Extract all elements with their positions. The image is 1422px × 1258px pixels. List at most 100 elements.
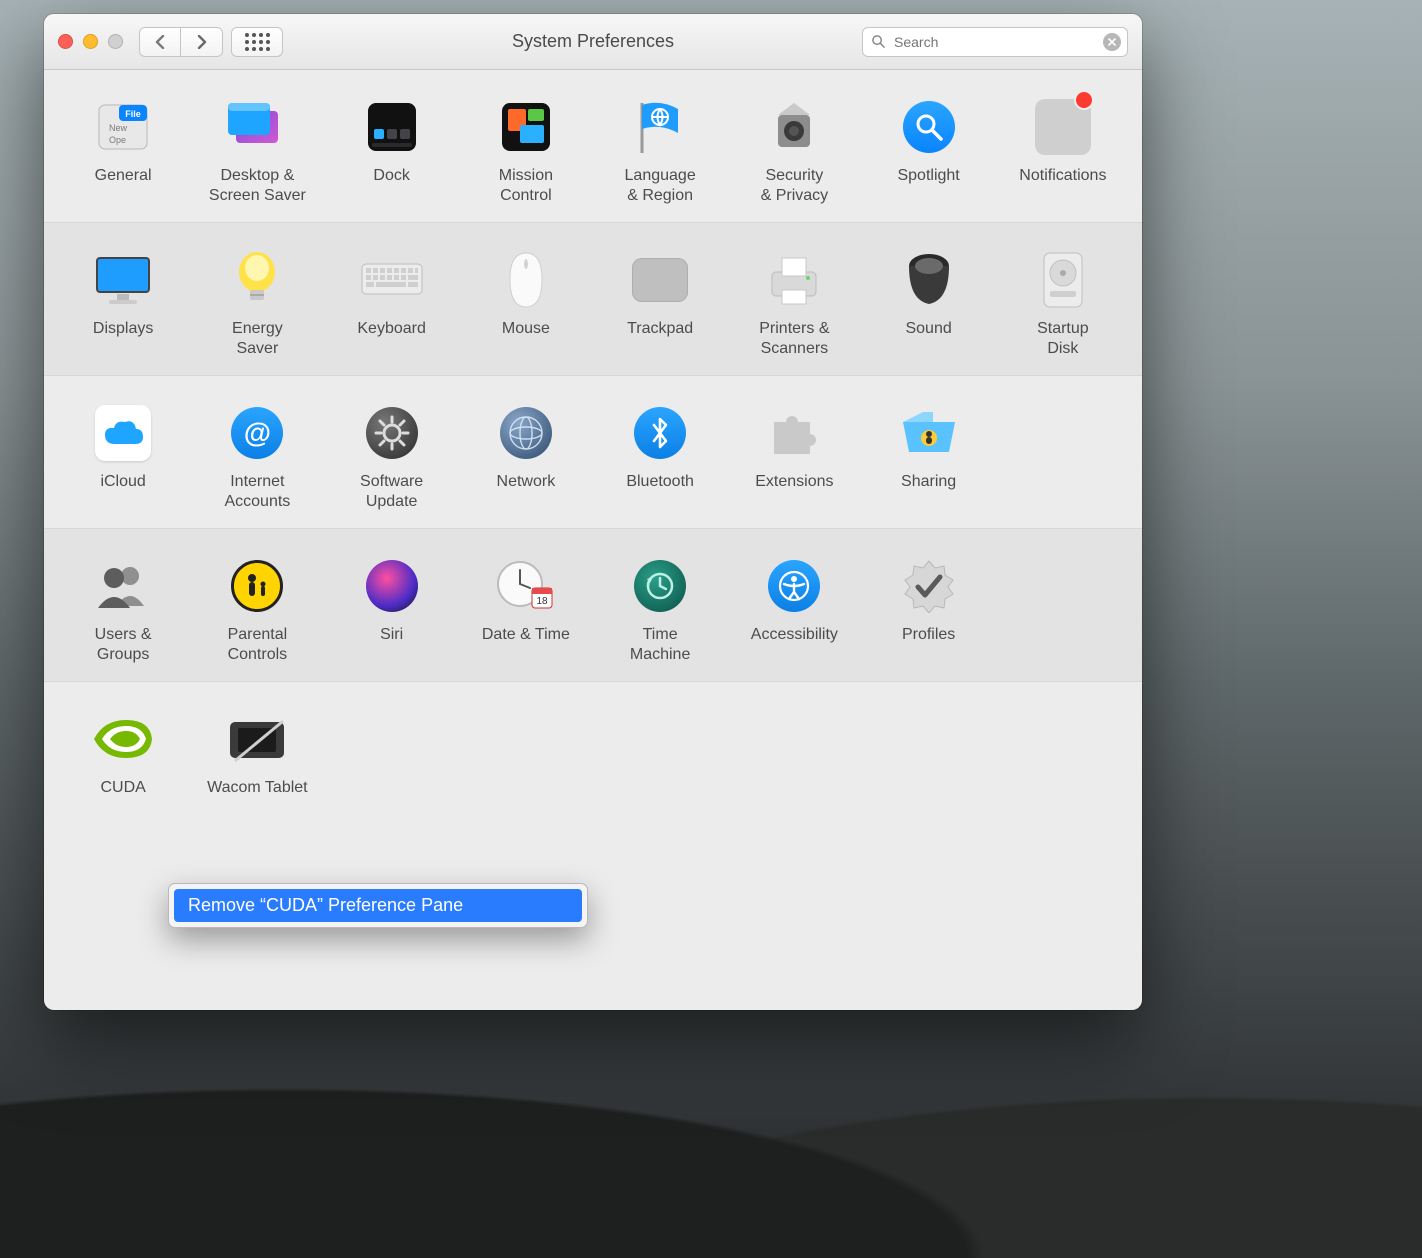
pref-security-privacy[interactable]: Security & Privacy bbox=[727, 90, 861, 210]
pref-label: Profiles bbox=[902, 625, 955, 645]
pref-label: Mission Control bbox=[499, 166, 553, 206]
pref-label: Time Machine bbox=[630, 625, 690, 665]
notification-badge-icon bbox=[1076, 92, 1092, 108]
svg-text:18: 18 bbox=[536, 596, 548, 607]
row-hardware: Displays Energy Saver bbox=[44, 223, 1142, 376]
row-internet: iCloud @ Internet Accounts Software Upda… bbox=[44, 376, 1142, 529]
pref-sharing[interactable]: Sharing bbox=[862, 396, 996, 516]
pref-label: Keyboard bbox=[357, 319, 426, 339]
pref-spotlight[interactable]: Spotlight bbox=[862, 90, 996, 210]
pref-printers-scanners[interactable]: Printers & Scanners bbox=[727, 243, 861, 363]
pref-bluetooth[interactable]: Bluetooth bbox=[593, 396, 727, 516]
pref-label: Network bbox=[497, 472, 556, 492]
pref-label: General bbox=[95, 166, 152, 186]
pref-label: Software Update bbox=[360, 472, 423, 512]
pref-label: Siri bbox=[380, 625, 403, 645]
pref-label: Startup Disk bbox=[1037, 319, 1089, 359]
pref-displays[interactable]: Displays bbox=[56, 243, 190, 363]
parental-icon bbox=[231, 560, 283, 612]
row-thirdparty: CUDA Wacom Tablet bbox=[44, 682, 1142, 852]
nvidia-icon bbox=[92, 716, 154, 762]
x-icon bbox=[1108, 38, 1116, 46]
mouse-icon bbox=[506, 251, 546, 309]
pref-parental-controls[interactable]: Parental Controls bbox=[190, 549, 324, 669]
pref-internet-accounts[interactable]: @ Internet Accounts bbox=[190, 396, 324, 516]
pref-label: Sharing bbox=[901, 472, 956, 492]
pref-label: Parental Controls bbox=[228, 625, 288, 665]
pref-label: Date & Time bbox=[482, 625, 570, 645]
puzzle-icon bbox=[766, 408, 822, 458]
icloud-icon bbox=[95, 405, 151, 461]
pref-profiles[interactable]: Profiles bbox=[862, 549, 996, 669]
show-all-button[interactable] bbox=[231, 27, 283, 57]
pref-general[interactable]: File New Ope General bbox=[56, 90, 190, 210]
zoom-window-button[interactable] bbox=[108, 34, 123, 49]
profiles-icon bbox=[902, 559, 956, 613]
clock-icon: 18 bbox=[496, 558, 556, 614]
pref-mission-control[interactable]: Mission Control bbox=[459, 90, 593, 210]
pref-label: Printers & Scanners bbox=[759, 319, 829, 359]
pref-users-groups[interactable]: Users & Groups bbox=[56, 549, 190, 669]
svg-text:Ope: Ope bbox=[109, 135, 126, 145]
pref-desktop-screensaver[interactable]: Desktop & Screen Saver bbox=[190, 90, 324, 210]
at-icon: @ bbox=[231, 407, 283, 459]
pref-software-update[interactable]: Software Update bbox=[325, 396, 459, 516]
pref-network[interactable]: Network bbox=[459, 396, 593, 516]
pref-startup-disk[interactable]: Startup Disk bbox=[996, 243, 1130, 363]
grid-icon bbox=[245, 33, 270, 51]
desktop-icon bbox=[226, 99, 288, 155]
pref-label: Dock bbox=[373, 166, 409, 186]
nav-segmented bbox=[139, 27, 223, 57]
pref-date-time[interactable]: 18 Date & Time bbox=[459, 549, 593, 669]
pref-notifications[interactable]: Notifications bbox=[996, 90, 1130, 210]
printer-icon bbox=[764, 252, 824, 308]
pref-accessibility[interactable]: Accessibility bbox=[727, 549, 861, 669]
pref-energy-saver[interactable]: Energy Saver bbox=[190, 243, 324, 363]
pref-extensions[interactable]: Extensions bbox=[727, 396, 861, 516]
pref-wacom-tablet[interactable]: Wacom Tablet bbox=[190, 702, 324, 840]
pref-label: Trackpad bbox=[627, 319, 693, 339]
pref-dock[interactable]: Dock bbox=[325, 90, 459, 210]
pref-icloud[interactable]: iCloud bbox=[56, 396, 190, 516]
minimize-window-button[interactable] bbox=[83, 34, 98, 49]
accessibility-icon bbox=[768, 560, 820, 612]
dock-icon bbox=[364, 99, 420, 155]
speaker-icon bbox=[903, 252, 955, 308]
pref-mouse[interactable]: Mouse bbox=[459, 243, 593, 363]
mission-control-icon bbox=[498, 99, 554, 155]
close-window-button[interactable] bbox=[58, 34, 73, 49]
general-icon: File New Ope bbox=[95, 99, 151, 155]
pref-label: Users & Groups bbox=[95, 625, 152, 665]
row-personal: File New Ope General Desktop & Screen Sa… bbox=[44, 70, 1142, 223]
pref-label: CUDA bbox=[100, 778, 145, 798]
pref-keyboard[interactable]: Keyboard bbox=[325, 243, 459, 363]
spotlight-icon bbox=[903, 101, 955, 153]
pref-label: Desktop & Screen Saver bbox=[209, 166, 306, 206]
forward-button[interactable] bbox=[181, 27, 223, 57]
globe-icon bbox=[500, 407, 552, 459]
bluetooth-icon bbox=[634, 407, 686, 459]
chevron-right-icon bbox=[196, 35, 208, 49]
chevron-left-icon bbox=[154, 35, 166, 49]
timemachine-icon bbox=[634, 560, 686, 612]
pref-sound[interactable]: Sound bbox=[862, 243, 996, 363]
context-menu-item-remove-pane[interactable]: Remove “CUDA” Preference Pane bbox=[174, 889, 582, 922]
keyboard-icon bbox=[360, 260, 424, 300]
back-button[interactable] bbox=[139, 27, 181, 57]
users-icon bbox=[94, 562, 152, 610]
pref-time-machine[interactable]: Time Machine bbox=[593, 549, 727, 669]
clear-search-button[interactable] bbox=[1103, 33, 1121, 51]
security-icon bbox=[766, 99, 822, 155]
pref-cuda[interactable]: CUDA bbox=[56, 702, 190, 840]
pref-label: Security & Privacy bbox=[761, 166, 829, 206]
window-controls bbox=[58, 34, 123, 49]
search-input[interactable] bbox=[892, 33, 1097, 51]
sysprefs-window: System Preferences File New Ope bbox=[44, 14, 1142, 1010]
pref-trackpad[interactable]: Trackpad bbox=[593, 243, 727, 363]
pref-label: Internet Accounts bbox=[224, 472, 290, 512]
pref-siri[interactable]: Siri bbox=[325, 549, 459, 669]
display-icon bbox=[91, 252, 155, 308]
titlebar: System Preferences bbox=[44, 14, 1142, 70]
pref-language-region[interactable]: Language & Region bbox=[593, 90, 727, 210]
search-field[interactable] bbox=[862, 27, 1128, 57]
